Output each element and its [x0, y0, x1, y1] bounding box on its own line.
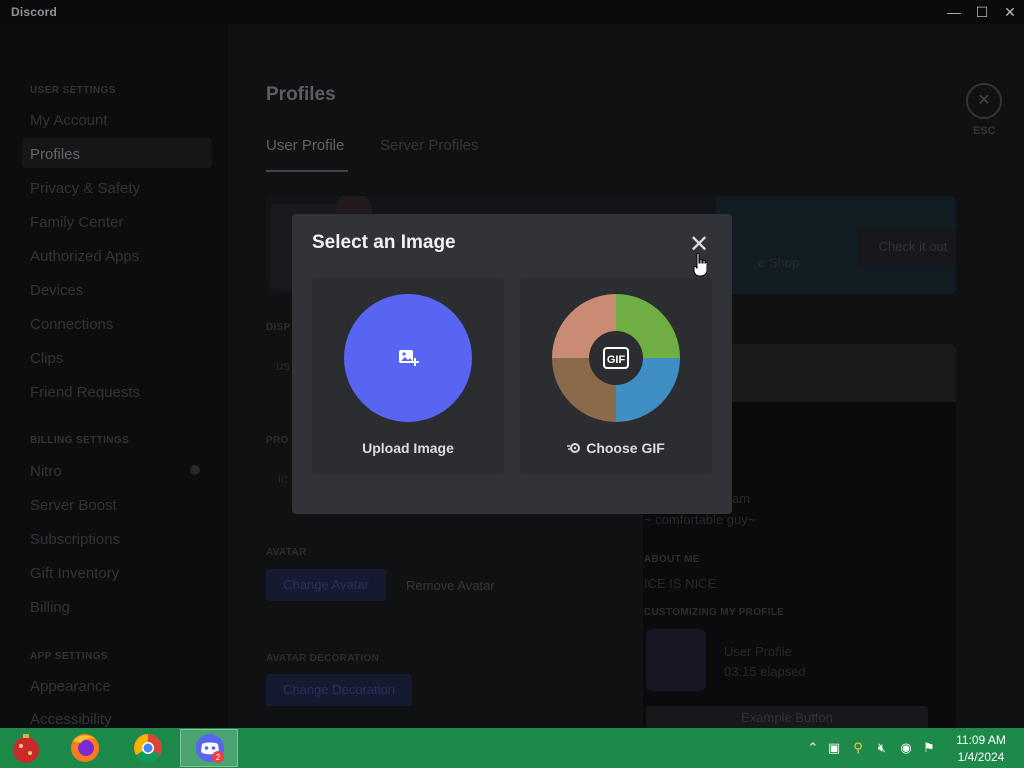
search-key-icon[interactable]: ⚲ — [850, 740, 866, 756]
notification-count: 2 — [216, 753, 221, 762]
window-title-bar: Discord — ☐ ✕ — [0, 0, 1024, 24]
hand-cursor-icon — [693, 253, 707, 277]
gif-collage-image: GIF — [552, 294, 680, 422]
upload-image-circle — [344, 294, 472, 422]
clock-date[interactable]: 1/4/2024 — [950, 750, 1012, 764]
action-center-flag-icon[interactable]: ⚑ — [921, 740, 937, 756]
close-window-button[interactable]: ✕ — [996, 2, 1024, 22]
clock-time[interactable]: 11:09 AM — [950, 733, 1012, 747]
firefox-icon[interactable] — [65, 731, 105, 765]
image-add-icon — [399, 350, 419, 366]
volume-muted-icon[interactable]: 🔇︎ — [874, 740, 890, 756]
discord-tray-icon[interactable]: ◉ — [898, 740, 914, 756]
maximize-button[interactable]: ☐ — [968, 2, 996, 22]
tray-overflow-icon[interactable]: ⌃ — [805, 740, 821, 756]
choose-gif-option[interactable]: GIF Choose GIF — [520, 278, 712, 474]
window-title: Discord — [11, 5, 58, 19]
minimize-button[interactable]: — — [940, 2, 968, 22]
upload-image-option[interactable]: Upload Image — [312, 278, 504, 474]
discord-icon: 2 — [196, 734, 224, 763]
discord-taskbar-button[interactable]: 2 — [180, 729, 238, 767]
gif-icon: GIF — [603, 347, 629, 369]
select-image-modal: Select an Image ✕ Upload Image GIF Choos… — [292, 214, 732, 514]
upload-image-label: Upload Image — [362, 440, 454, 456]
gif-badge: GIF — [589, 331, 643, 385]
taskbar: 2 ⌃ ▣ ⚲ 🔇︎ ◉ ⚑ 11:09 AM 1/4/2024 — [0, 728, 1024, 768]
chrome-icon[interactable] — [128, 731, 168, 765]
gif-search-icon — [567, 443, 581, 453]
modal-title: Select an Image — [312, 232, 456, 253]
choose-gif-label-row: Choose GIF — [520, 440, 712, 456]
choose-gif-label: Choose GIF — [586, 440, 665, 456]
start-ornament-icon[interactable] — [6, 731, 46, 765]
network-icon[interactable]: ▣ — [826, 740, 842, 756]
